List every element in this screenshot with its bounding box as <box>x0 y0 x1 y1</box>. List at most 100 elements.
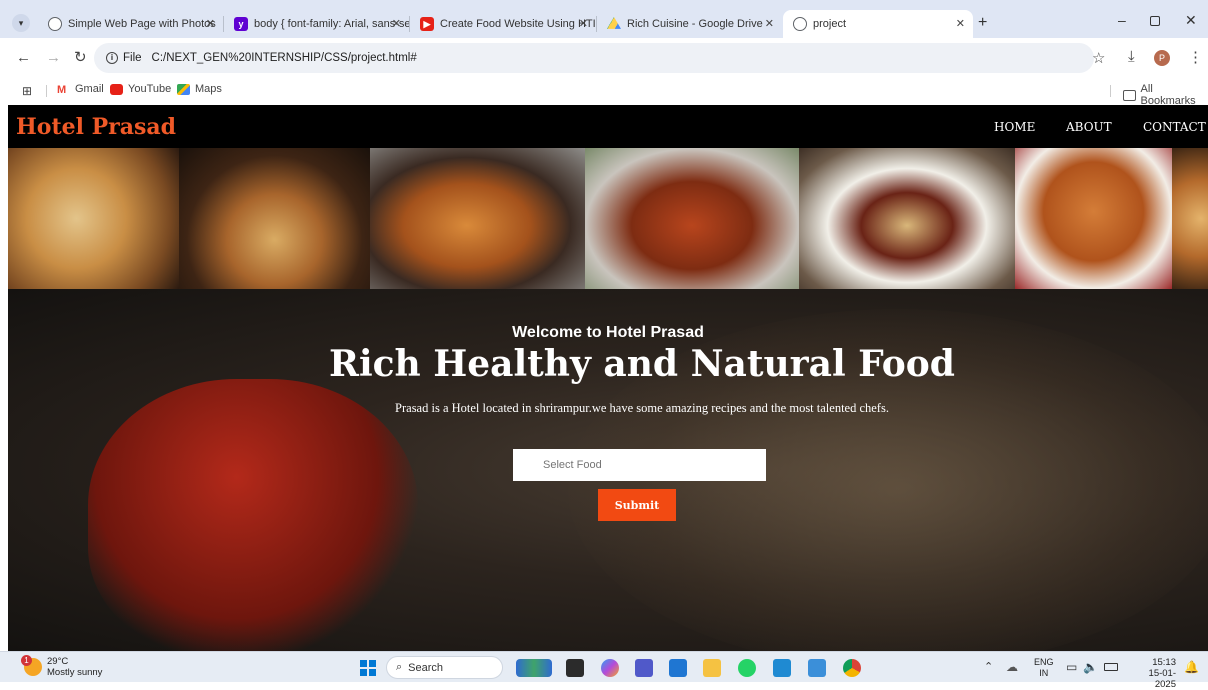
nav-home[interactable]: HOME <box>994 120 1035 134</box>
food-photo <box>370 148 585 289</box>
close-window-button[interactable]: ✕ <box>1185 12 1197 29</box>
download-icon[interactable]: ⤓ <box>1128 48 1135 65</box>
hero-section: Welcome to Hotel Prasad Rich Healthy and… <box>8 289 1208 651</box>
battery-icon[interactable] <box>1104 663 1118 671</box>
avatar[interactable]: P <box>1154 50 1170 66</box>
back-icon[interactable]: ← <box>16 49 31 66</box>
youtube-icon: ▶ <box>420 17 434 31</box>
bookmark-label: Gmail <box>75 83 104 95</box>
nav-contact[interactable]: CONTACT <box>1143 120 1206 134</box>
tab-label: Rich Cuisine - Google Drive <box>627 18 763 30</box>
clock-time: 15:13 <box>1152 657 1176 668</box>
new-tab-button[interactable]: + <box>978 14 987 32</box>
bell-pepper-image <box>88 379 418 651</box>
folder-icon <box>1123 89 1136 101</box>
taskbar-search[interactable]: ⌕ Search <box>386 656 503 679</box>
address-bar[interactable]: i File C:/NEXT_GEN%20INTERNSHIP/CSS/proj… <box>94 43 1094 73</box>
weather-condition: Mostly sunny <box>47 667 103 678</box>
clock-date: 15-01-2025 <box>1148 668 1176 690</box>
hero-title: Rich Healthy and Natural Food <box>329 343 955 385</box>
nav-about[interactable]: ABOUT <box>1066 120 1112 134</box>
tab-search-button[interactable]: ▾ <box>12 14 30 32</box>
close-tab-icon[interactable]: ✕ <box>956 17 965 30</box>
globe-icon <box>48 17 62 31</box>
food-photo <box>799 148 1015 289</box>
forward-icon[interactable]: → <box>46 49 61 66</box>
gmail-icon: M <box>57 83 67 96</box>
hero-welcome: Welcome to Hotel Prasad <box>512 324 704 341</box>
tab-rich-cuisine-drive[interactable]: Rich Cuisine - Google Drive ✕ <box>597 10 782 38</box>
restore-button[interactable] <box>1150 16 1160 26</box>
weather-temp: 29°C <box>47 656 69 667</box>
bookmark-label: YouTube <box>128 83 172 95</box>
close-tab-icon[interactable]: ✕ <box>392 17 401 30</box>
close-tab-icon[interactable]: ✕ <box>765 17 774 30</box>
web-page: Hotel Prasad HOME ABOUT CONTACT Welcome … <box>8 105 1208 651</box>
bookmark-gmail[interactable]: M Gmail <box>57 83 104 96</box>
bookmarks-bar: ⊞ M Gmail YouTube Maps All Bookmarks <box>0 78 1208 107</box>
windows-taskbar: 1 29°C Mostly sunny ⌕ Search ⌃ ☁ ENG IN … <box>0 651 1208 690</box>
food-photo <box>1015 148 1172 289</box>
browser-toolbar: ← → ↻ i File C:/NEXT_GEN%20INTERNSHIP/CS… <box>0 38 1208 78</box>
lang-top: ENG <box>1034 657 1054 667</box>
tab-body-font-family[interactable]: y body { font-family: Arial, sans-se ✕ <box>224 10 409 38</box>
maps-icon <box>177 83 190 95</box>
clock[interactable]: 15:13 15-01-2025 <box>1128 657 1176 690</box>
search-icon: ⌕ <box>396 661 403 673</box>
search-label: Search <box>408 661 444 674</box>
apps-icon[interactable]: ⊞ <box>22 84 32 98</box>
submit-button[interactable]: Submit <box>598 489 676 521</box>
cloud-icon[interactable]: ☁ <box>1006 660 1018 674</box>
widgets-icon[interactable] <box>516 659 552 677</box>
site-logo[interactable]: Hotel Prasad <box>16 114 176 140</box>
speaker-icon[interactable]: 🔈 <box>1083 660 1098 674</box>
info-icon[interactable]: i <box>106 52 118 64</box>
all-bookmarks-label: All Bookmarks <box>1140 83 1196 107</box>
lang-bottom: IN <box>1039 668 1049 678</box>
chevron-up-icon[interactable]: ⌃ <box>984 660 993 673</box>
food-photo <box>585 148 799 289</box>
food-photo <box>8 148 179 289</box>
reload-icon[interactable]: ↻ <box>74 48 87 66</box>
tab-label: body { font-family: Arial, sans-se <box>254 18 409 30</box>
hero-description: Prasad is a Hotel located in shrirampur.… <box>395 401 889 415</box>
network-icon[interactable]: ▭ <box>1066 660 1077 674</box>
close-tab-icon[interactable]: ✕ <box>206 17 215 30</box>
all-bookmarks[interactable]: All Bookmarks <box>1123 83 1208 107</box>
file-explorer-icon[interactable] <box>703 659 721 677</box>
weather-sun-icon: 1 <box>21 655 42 676</box>
store-icon[interactable] <box>669 659 687 677</box>
tab-simple-web-page[interactable]: Simple Web Page with Photos ✕ <box>38 10 223 38</box>
yahoo-icon: y <box>234 17 248 31</box>
teams-icon[interactable] <box>635 659 653 677</box>
notepad-icon[interactable] <box>808 659 826 677</box>
browser-tab-strip: ▾ Simple Web Page with Photos ✕ y body {… <box>0 0 1208 38</box>
start-windows-icon[interactable] <box>360 660 376 676</box>
task-view-icon[interactable] <box>566 659 584 677</box>
chrome-icon[interactable] <box>843 659 861 677</box>
bookmark-label: Maps <box>195 83 222 95</box>
star-icon[interactable]: ☆ <box>1092 49 1105 67</box>
copilot-icon[interactable] <box>601 659 619 677</box>
language-indicator[interactable]: ENG IN <box>1034 657 1054 679</box>
select-food-input[interactable] <box>513 449 766 481</box>
tab-label: Simple Web Page with Photos <box>68 18 216 30</box>
minimize-button[interactable]: – <box>1118 12 1126 28</box>
url-text: C:/NEXT_GEN%20INTERNSHIP/CSS/project.htm… <box>151 52 417 64</box>
drive-icon <box>607 17 621 29</box>
tab-label: Create Food Website Using HTI <box>440 18 596 30</box>
tab-create-food-website[interactable]: ▶ Create Food Website Using HTI ✕ <box>410 10 596 38</box>
globe-icon <box>793 17 807 31</box>
youtube-icon <box>110 83 123 95</box>
food-gallery <box>8 148 1208 289</box>
bookmark-maps[interactable]: Maps <box>177 83 222 95</box>
menu-icon[interactable]: ⋮ <box>1188 48 1203 66</box>
tab-project[interactable]: project ✕ <box>783 10 973 38</box>
vscode-icon[interactable] <box>773 659 791 677</box>
bookmark-youtube[interactable]: YouTube <box>110 83 171 95</box>
notification-bell-icon[interactable]: 🔔 <box>1184 660 1199 674</box>
whatsapp-icon[interactable] <box>738 659 756 677</box>
site-navbar: Hotel Prasad HOME ABOUT CONTACT <box>8 105 1208 148</box>
weather-widget[interactable]: 1 29°C Mostly sunny <box>21 655 103 678</box>
close-tab-icon[interactable]: ✕ <box>579 17 588 30</box>
